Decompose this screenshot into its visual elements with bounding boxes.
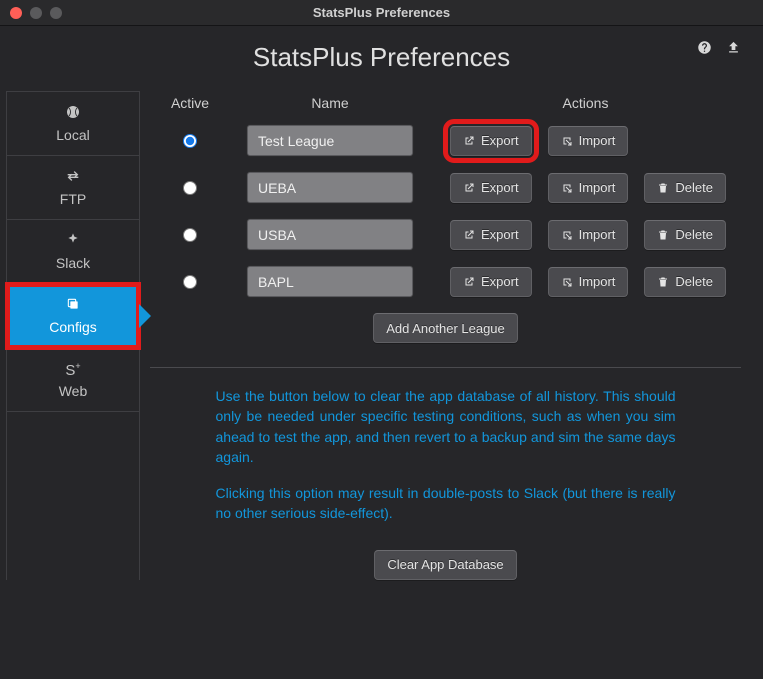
league-name-input[interactable] bbox=[247, 172, 413, 203]
window-title: StatsPlus Preferences bbox=[313, 5, 450, 20]
league-row: Export Import Delete bbox=[150, 266, 741, 297]
trash-icon bbox=[657, 276, 669, 288]
sidebar-item-configs[interactable]: Configs bbox=[7, 284, 139, 348]
sidebar-item-label: Slack bbox=[56, 255, 90, 271]
import-button[interactable]: Import bbox=[548, 267, 629, 297]
sidebar-item-label: Local bbox=[56, 127, 89, 143]
league-row: Export Import bbox=[150, 125, 741, 156]
info-paragraph: Clicking this option may result in doubl… bbox=[216, 483, 676, 524]
league-name-input[interactable] bbox=[247, 266, 413, 297]
import-icon bbox=[561, 276, 573, 288]
export-button[interactable]: Export bbox=[450, 267, 532, 297]
export-button[interactable]: Export bbox=[450, 173, 532, 203]
active-radio[interactable] bbox=[183, 228, 197, 242]
sidebar-item-label: Configs bbox=[49, 319, 96, 335]
slack-icon bbox=[65, 232, 81, 251]
info-paragraph: Use the button below to clear the app da… bbox=[216, 386, 676, 467]
copy-icon bbox=[65, 296, 81, 315]
import-button[interactable]: Import bbox=[548, 126, 629, 156]
splus-icon: S+ bbox=[65, 361, 80, 379]
league-name-input[interactable] bbox=[247, 219, 413, 250]
sidebar-item-label: Web bbox=[59, 383, 88, 399]
transfer-icon bbox=[65, 168, 81, 187]
import-button[interactable]: Import bbox=[548, 173, 629, 203]
help-icon[interactable] bbox=[697, 40, 712, 58]
titlebar: StatsPlus Preferences bbox=[0, 0, 763, 26]
league-row: Export Import Delete bbox=[150, 172, 741, 203]
import-icon bbox=[561, 182, 573, 194]
export-button[interactable]: Export bbox=[450, 220, 532, 250]
sidebar-item-splus-web[interactable]: S+ Web bbox=[7, 348, 139, 412]
active-radio[interactable] bbox=[183, 181, 197, 195]
delete-button[interactable]: Delete bbox=[644, 173, 726, 203]
col-header-name: Name bbox=[230, 95, 430, 111]
clear-app-database-button[interactable]: Clear App Database bbox=[374, 550, 516, 580]
separator bbox=[150, 367, 741, 368]
trash-icon bbox=[657, 229, 669, 241]
info-text: Use the button below to clear the app da… bbox=[216, 386, 676, 524]
col-header-active: Active bbox=[150, 95, 230, 111]
sidebar-item-local[interactable]: Local bbox=[7, 92, 139, 156]
import-icon bbox=[561, 229, 573, 241]
export-icon bbox=[463, 276, 475, 288]
upload-icon[interactable] bbox=[726, 40, 741, 58]
col-header-actions: Actions bbox=[430, 95, 741, 111]
window-controls bbox=[10, 7, 62, 19]
delete-button[interactable]: Delete bbox=[644, 220, 726, 250]
baseball-icon bbox=[65, 104, 81, 123]
table-header: Active Name Actions bbox=[150, 91, 741, 125]
export-icon bbox=[463, 135, 475, 147]
active-radio[interactable] bbox=[183, 275, 197, 289]
add-another-league-button[interactable]: Add Another League bbox=[373, 313, 518, 343]
sidebar-item-ftp[interactable]: FTP bbox=[7, 156, 139, 220]
import-icon bbox=[561, 135, 573, 147]
main-panel: Active Name Actions Export Import bbox=[150, 91, 757, 580]
export-button[interactable]: Export bbox=[450, 126, 532, 156]
sidebar-item-slack[interactable]: Slack bbox=[7, 220, 139, 284]
close-window-button[interactable] bbox=[10, 7, 22, 19]
sidebar-item-label: FTP bbox=[60, 191, 86, 207]
trash-icon bbox=[657, 182, 669, 194]
import-button[interactable]: Import bbox=[548, 220, 629, 250]
minimize-window-button[interactable] bbox=[30, 7, 42, 19]
export-icon bbox=[463, 229, 475, 241]
delete-button[interactable]: Delete bbox=[644, 267, 726, 297]
page-title: StatsPlus Preferences bbox=[253, 42, 510, 73]
export-icon bbox=[463, 182, 475, 194]
active-radio[interactable] bbox=[183, 134, 197, 148]
maximize-window-button[interactable] bbox=[50, 7, 62, 19]
league-row: Export Import Delete bbox=[150, 219, 741, 250]
sidebar: Local FTP Slack Configs S+ Web bbox=[6, 91, 140, 580]
league-name-input[interactable] bbox=[247, 125, 413, 156]
